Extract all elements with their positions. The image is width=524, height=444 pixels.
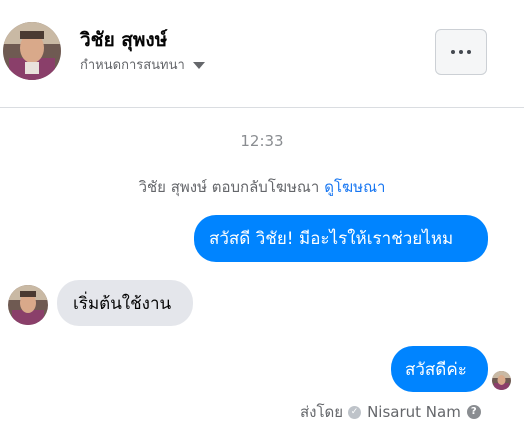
contact-avatar[interactable] <box>3 22 61 80</box>
contact-name: วิชัย สุพงษ์ <box>80 29 168 51</box>
question-circle-icon[interactable]: ? <box>466 405 481 419</box>
contact-avatar-small[interactable] <box>8 285 48 325</box>
seen-receipt-avatar <box>492 371 511 390</box>
outgoing-message-bubble[interactable]: สวัสดีค่ะ <box>391 346 488 392</box>
message-text: สวัสดีค่ะ <box>405 359 467 380</box>
message-text: เริ่มต้นใช้งาน <box>73 293 172 314</box>
incoming-message-bubble[interactable]: เริ่มต้นใช้งาน <box>57 280 193 326</box>
ad-reply-notice: วิชัย สุพงษ์ ตอบกลับโฆษณา ดูโฆษณา <box>0 175 524 199</box>
conversation-status-label: กำหนดการสนทนา <box>80 58 185 73</box>
more-options-button[interactable] <box>435 29 487 75</box>
ellipsis-horizontal-icon <box>451 50 455 54</box>
conversation-header: วิชัย สุพงษ์ กำหนดการสนทนา <box>0 0 524 108</box>
outgoing-message-bubble[interactable]: สวัสดี วิชัย! มีอะไรให้เราช่วยไหม <box>194 215 488 262</box>
ad-reply-text: วิชัย สุพงษ์ ตอบกลับโฆษณา <box>138 178 320 196</box>
message-text: สวัสดี วิชัย! มีอะไรให้เราช่วยไหม <box>209 229 454 249</box>
sent-by-info: ส่งโดย ✓ Nisarut Nam ? <box>300 400 481 424</box>
sent-by-label: ส่งโดย <box>300 403 344 421</box>
view-ad-link[interactable]: ดูโฆษณา <box>324 178 385 196</box>
sender-name: Nisarut Nam <box>367 403 461 421</box>
message-timestamp: 12:33 <box>240 132 284 150</box>
caret-down-icon <box>192 62 205 69</box>
conversation-status-dropdown[interactable]: กำหนดการสนทนา <box>80 54 205 75</box>
check-circle-icon: ✓ <box>348 405 362 419</box>
